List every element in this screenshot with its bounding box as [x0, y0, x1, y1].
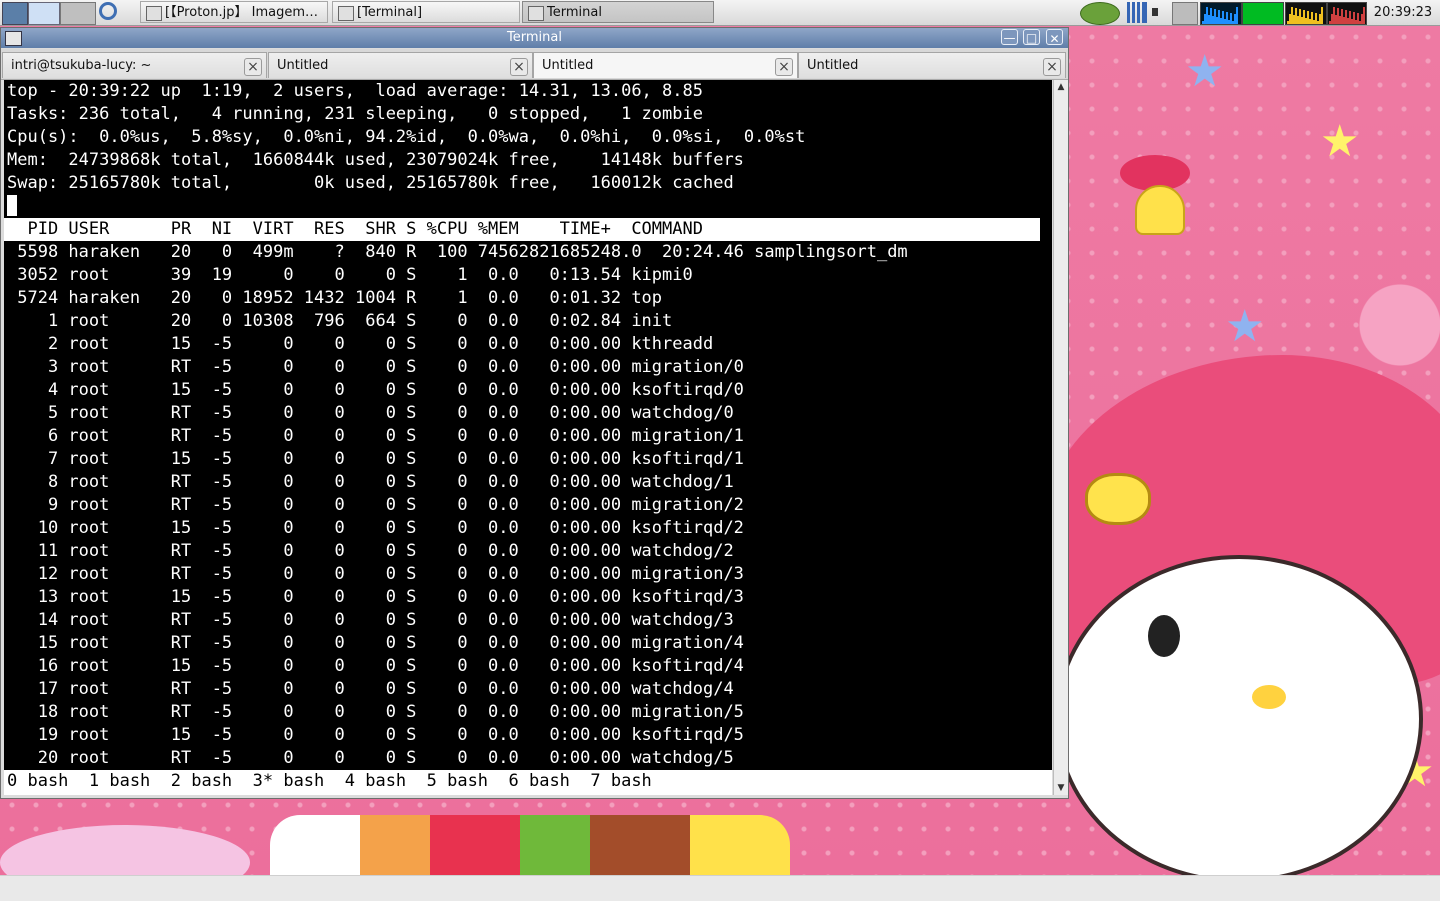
process-row: 6 root RT -5 0 0 0 S 0 0.0 0:00.00 migra…	[7, 426, 744, 446]
process-table-header: PID USER PR NI VIRT RES SHR S %CPU %MEM …	[4, 218, 1040, 241]
process-row: 5724 haraken 20 0 18952 1432 1004 R 1 0.…	[7, 288, 663, 308]
process-row: 5598 haraken 20 0 499m ? 840 R 100 74562…	[7, 242, 908, 262]
browser-icon	[146, 6, 162, 21]
load-monitor-graph[interactable]	[1285, 2, 1327, 25]
star-icon: ★	[1320, 116, 1360, 167]
process-row: 17 root RT -5 0 0 0 S 0 0.0 0:00.00 watc…	[7, 679, 734, 699]
screen-window-list: 0 bash 1 bash 2 bash 3* bash 4 bash 5 ba…	[4, 770, 1052, 795]
process-row: 7 root 15 -5 0 0 0 S 0 0.0 0:00.00 ksoft…	[7, 449, 744, 469]
process-row: 3 root RT -5 0 0 0 S 0 0.0 0:00.00 migra…	[7, 357, 744, 377]
scroll-up-arrow-icon[interactable]: ▲	[1054, 80, 1068, 94]
taskbar: [【Proton.jp】 Imagem… [Terminal] Terminal…	[0, 0, 1440, 26]
process-row: 4 root 15 -5 0 0 0 S 0 0.0 0:00.00 ksoft…	[7, 380, 744, 400]
character-nose	[1252, 685, 1286, 709]
top-summary-line: Tasks: 236 total, 4 running, 231 sleepin…	[7, 104, 703, 124]
scrollbar[interactable]: ▲ ▼	[1053, 80, 1068, 795]
workspace-2-button[interactable]	[60, 2, 96, 25]
clock[interactable]: 20:39:23	[1368, 0, 1438, 25]
minimize-button[interactable]	[1001, 28, 1018, 48]
volume-icon[interactable]	[1150, 2, 1168, 23]
cursor-line	[4, 195, 1052, 218]
process-row: 9 root RT -5 0 0 0 S 0 0.0 0:00.00 migra…	[7, 495, 744, 515]
process-row: 19 root 15 -5 0 0 0 S 0 0.0 0:00.00 ksof…	[7, 725, 744, 745]
tab-label: Untitled	[807, 58, 859, 73]
window-titlebar[interactable]: Terminal	[1, 28, 1068, 49]
tab-label: Untitled	[277, 58, 329, 73]
refresh-icon[interactable]	[98, 2, 122, 23]
top-summary-line: Swap: 25165780k total, 0k used, 25165780…	[7, 173, 734, 193]
scroll-down-arrow-icon[interactable]: ▼	[1054, 781, 1068, 795]
tab-untitled-3[interactable]: Untitled ×	[798, 52, 1066, 78]
maximize-button[interactable]	[1023, 28, 1040, 48]
text-cursor	[7, 195, 17, 216]
bottom-panel	[0, 875, 1440, 901]
tab-intri-home[interactable]: intri@tsukuba-lucy: ~ ×	[2, 52, 267, 78]
process-row: 14 root RT -5 0 0 0 S 0 0.0 0:00.00 watc…	[7, 610, 734, 630]
process-list: 5598 haraken 20 0 499m ? 840 R 100 74562…	[4, 241, 1052, 770]
close-tab-icon[interactable]: ×	[244, 58, 262, 76]
graph-bar	[1236, 7, 1238, 24]
task-label: Terminal	[547, 5, 602, 20]
process-row: 12 root RT -5 0 0 0 S 0 0.0 0:00.00 migr…	[7, 564, 744, 584]
process-row: 15 root RT -5 0 0 0 S 0 0.0 0:00.00 migr…	[7, 633, 744, 653]
cpu-monitor-graph[interactable]	[1200, 2, 1242, 25]
character-bow	[1085, 473, 1151, 525]
character-face	[1055, 555, 1423, 875]
signal-strength-icon[interactable]	[1127, 2, 1147, 23]
process-row: 11 root RT -5 0 0 0 S 0 0.0 0:00.00 watc…	[7, 541, 734, 561]
process-row: 18 root RT -5 0 0 0 S 0 0.0 0:00.00 migr…	[7, 702, 744, 722]
tab-label: intri@tsukuba-lucy: ~	[11, 58, 152, 73]
taskbar-task-browser[interactable]: [【Proton.jp】 Imagem…	[140, 1, 328, 23]
close-window-button[interactable]	[1046, 29, 1063, 49]
process-row: 10 root 15 -5 0 0 0 S 0 0.0 0:00.00 ksof…	[7, 518, 744, 538]
tab-untitled-2[interactable]: Untitled ×	[533, 52, 798, 78]
network-monitor-graph[interactable]	[1327, 2, 1367, 25]
terminal-screen[interactable]: top - 20:39:22 up 1:19, 2 users, load av…	[4, 80, 1052, 795]
network-icon[interactable]	[1172, 2, 1198, 25]
process-row: 2 root 15 -5 0 0 0 S 0 0.0 0:00.00 kthre…	[7, 334, 714, 354]
close-tab-icon[interactable]: ×	[510, 58, 528, 76]
star-icon: ★	[1185, 46, 1225, 97]
cloud-decoration	[0, 825, 250, 875]
process-row: 5 root RT -5 0 0 0 S 0 0.0 0:00.00 watch…	[7, 403, 734, 423]
show-desktop-icon[interactable]	[2, 2, 28, 25]
process-row: 20 root RT -5 0 0 0 S 0 0.0 0:00.00 watc…	[7, 748, 734, 768]
taskbar-task-terminal[interactable]: Terminal	[522, 1, 714, 23]
terminal-window: Terminal intri@tsukuba-lucy: ~ × Untitle…	[0, 27, 1069, 799]
terminal-icon	[338, 6, 354, 21]
process-row: 13 root 15 -5 0 0 0 S 0 0.0 0:00.00 ksof…	[7, 587, 744, 607]
process-row: 3052 root 39 19 0 0 0 S 1 0.0 0:13.54 ki…	[7, 265, 693, 285]
gift-boxes	[270, 815, 790, 875]
star-icon: ★	[1225, 301, 1265, 352]
process-row: 8 root RT -5 0 0 0 S 0 0.0 0:00.00 watch…	[7, 472, 734, 492]
tab-bar: intri@tsukuba-lucy: ~ × Untitled × Untit…	[1, 49, 1068, 80]
top-summary-line: top - 20:39:22 up 1:19, 2 users, load av…	[7, 81, 703, 101]
workspace-1-button[interactable]	[28, 2, 60, 25]
bell-icon	[1135, 185, 1185, 235]
memory-monitor-graph[interactable]	[1242, 2, 1284, 25]
top-summary-line: Cpu(s): 0.0%us, 5.8%sy, 0.0%ni, 94.2%id,…	[7, 127, 806, 147]
tab-untitled-1[interactable]: Untitled ×	[268, 52, 533, 78]
top-summary-line: Mem: 24739868k total, 1660844k used, 230…	[7, 150, 744, 170]
process-row: 1 root 20 0 10308 796 664 S 0 0.0 0:02.8…	[7, 311, 673, 331]
close-tab-icon[interactable]: ×	[775, 58, 793, 76]
taskbar-task-terminal-minimized[interactable]: [Terminal]	[332, 1, 520, 23]
tab-label: Untitled	[542, 58, 594, 73]
character-eye	[1148, 615, 1180, 657]
window-title: Terminal	[507, 30, 562, 45]
task-label: [Terminal]	[357, 5, 423, 20]
process-row: 16 root 15 -5 0 0 0 S 0 0.0 0:00.00 ksof…	[7, 656, 744, 676]
graph-bar	[1321, 7, 1323, 24]
window-menu-icon[interactable]	[5, 31, 22, 46]
apple-icon[interactable]	[1080, 2, 1120, 25]
graph-bar	[1363, 7, 1365, 24]
terminal-icon	[528, 6, 544, 21]
task-label: [【Proton.jp】 Imagem…	[165, 5, 318, 20]
close-tab-icon[interactable]: ×	[1043, 58, 1061, 76]
